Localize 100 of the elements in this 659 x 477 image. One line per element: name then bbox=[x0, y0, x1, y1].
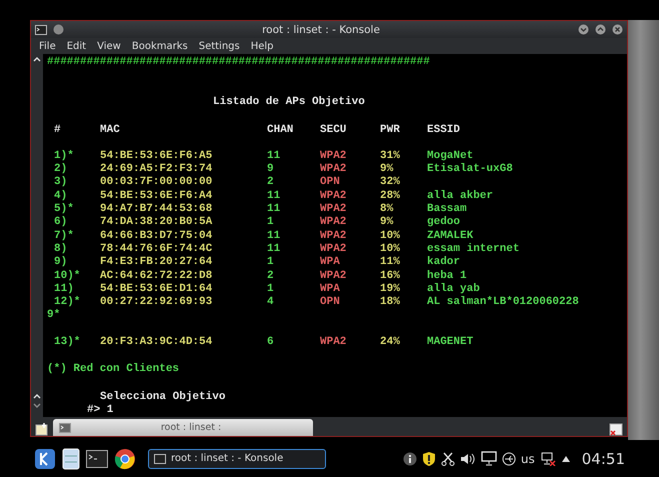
row-number: 7)* bbox=[54, 230, 75, 243]
channel: 11 bbox=[267, 190, 282, 204]
signal-power: 10% bbox=[380, 242, 401, 256]
signal-power: 24% bbox=[380, 336, 401, 350]
row-number: 12)* bbox=[54, 296, 82, 309]
menu-item[interactable]: Edit bbox=[66, 40, 86, 52]
scissors-icon[interactable] bbox=[440, 452, 455, 466]
shield-icon[interactable] bbox=[422, 450, 436, 466]
signal-power: 16% bbox=[380, 270, 401, 283]
essid: MAGENET bbox=[427, 336, 474, 350]
security: OPN bbox=[320, 176, 341, 190]
legend-text: (*) Red con Clientes bbox=[47, 363, 180, 377]
essid: MogaNet bbox=[427, 150, 474, 163]
minimize-button[interactable] bbox=[578, 24, 589, 35]
mac-address: 20:F3:A3:9C:4D:54 bbox=[100, 336, 214, 350]
column-header: PWR bbox=[380, 124, 401, 137]
menu-item[interactable]: Settings bbox=[198, 40, 240, 52]
close-button[interactable] bbox=[612, 24, 623, 35]
terminal-tab[interactable]: root : linset : bbox=[53, 419, 313, 436]
signal-power: 32% bbox=[380, 176, 401, 190]
menu-item[interactable]: Bookmarks bbox=[132, 40, 188, 52]
mac-address: 54:BE:53:6E:F6:A5 bbox=[100, 150, 214, 164]
mac-address: 00:03:7F:00:00:00 bbox=[100, 176, 214, 190]
channel: 1 bbox=[267, 282, 275, 296]
row-number: 10)* bbox=[54, 270, 82, 283]
security: WPA2 bbox=[320, 270, 348, 283]
security: WPA2 bbox=[320, 163, 348, 176]
file-cabinet-icon[interactable] bbox=[62, 448, 80, 470]
row-number: 11) bbox=[54, 282, 75, 296]
signal-power: 10% bbox=[380, 230, 401, 243]
channel: 1 bbox=[267, 216, 275, 230]
row-number: 9) bbox=[54, 256, 68, 270]
security: WPA2 bbox=[320, 190, 348, 204]
essid: Etisalat-uxG8 bbox=[427, 163, 514, 176]
banner-line: ########################################################## bbox=[47, 56, 430, 70]
signal-power: 9% bbox=[380, 216, 394, 230]
expand-tray-icon[interactable] bbox=[560, 454, 571, 462]
channel: 4 bbox=[267, 296, 275, 310]
maximize-button[interactable] bbox=[595, 24, 606, 35]
window-title: root : linset : - Konsole bbox=[261, 24, 381, 36]
signal-power: 19% bbox=[380, 282, 401, 296]
row-number: 6) bbox=[54, 216, 68, 230]
security: WPA2 bbox=[320, 336, 348, 350]
scroll-up-icon[interactable] bbox=[33, 393, 41, 399]
terminal-icon bbox=[59, 422, 71, 432]
taskbar-task[interactable]: root : linset : - Konsole bbox=[148, 448, 326, 468]
security: WPA2 bbox=[320, 150, 348, 164]
monitor-icon[interactable] bbox=[480, 451, 497, 466]
usb-icon[interactable] bbox=[502, 452, 516, 466]
clock: 04:51 bbox=[582, 450, 625, 468]
signal-power: 11% bbox=[380, 256, 401, 270]
security: WPA bbox=[320, 256, 341, 270]
row-number: 8) bbox=[54, 242, 68, 256]
mac-address: 00:27:22:92:69:93 bbox=[100, 296, 214, 310]
channel: 2 bbox=[267, 270, 275, 283]
mac-address: 94:A7:B7:44:53:68 bbox=[100, 203, 214, 216]
signal-power: 9% bbox=[380, 163, 394, 176]
prompt-label: Selecciona Objetivo bbox=[100, 390, 226, 404]
row-number: 4) bbox=[54, 190, 68, 203]
terminal-icon[interactable] bbox=[86, 450, 108, 468]
security: WPA2 bbox=[320, 203, 348, 216]
scroll-down-icon[interactable] bbox=[33, 403, 41, 409]
channel: 1 bbox=[267, 256, 275, 270]
menu-item[interactable]: Help bbox=[250, 40, 274, 52]
row-number: 1)* bbox=[54, 150, 75, 163]
info-icon[interactable] bbox=[402, 452, 417, 466]
column-header: ESSID bbox=[427, 124, 462, 137]
browser-icon[interactable] bbox=[114, 448, 136, 470]
mac-address: 54:BE:53:6E:D1:64 bbox=[100, 282, 214, 296]
scroll-up-icon[interactable] bbox=[33, 56, 41, 62]
column-header: SECU bbox=[320, 124, 348, 137]
menu-item[interactable]: File bbox=[39, 40, 56, 52]
channel: 9 bbox=[267, 163, 275, 176]
row-number: 3) bbox=[54, 176, 68, 190]
channel: 11 bbox=[267, 150, 282, 164]
mac-address: 74:DA:38:20:B0:5A bbox=[100, 216, 214, 230]
wrapped-text: 9* bbox=[47, 309, 62, 323]
security: WPA2 bbox=[320, 216, 348, 230]
signal-power: 18% bbox=[380, 296, 401, 310]
signal-power: 31% bbox=[380, 150, 401, 164]
menu-item[interactable]: View bbox=[97, 40, 121, 52]
security: OPN bbox=[320, 296, 341, 310]
channel: 11 bbox=[267, 242, 282, 256]
row-number: 2) bbox=[54, 163, 68, 176]
security: WPA2 bbox=[320, 242, 348, 256]
volume-icon[interactable] bbox=[460, 452, 476, 466]
new-tab-icon[interactable] bbox=[35, 422, 49, 436]
essid: ZAMALEK bbox=[427, 230, 474, 243]
row-number: 5)* bbox=[54, 203, 75, 216]
network-disconnected-icon[interactable] bbox=[540, 451, 556, 466]
column-header: # bbox=[54, 124, 62, 137]
signal-power: 28% bbox=[380, 190, 401, 204]
kde-menu-icon[interactable] bbox=[34, 448, 56, 470]
essid: Bassam bbox=[427, 203, 468, 216]
prompt-text: #> 1 bbox=[87, 404, 114, 418]
signal-power: 8% bbox=[380, 203, 394, 216]
column-header: MAC bbox=[100, 124, 121, 137]
keyboard-layout[interactable]: us bbox=[520, 452, 535, 466]
channel: 11 bbox=[267, 230, 282, 243]
close-tab-icon[interactable] bbox=[609, 422, 623, 436]
